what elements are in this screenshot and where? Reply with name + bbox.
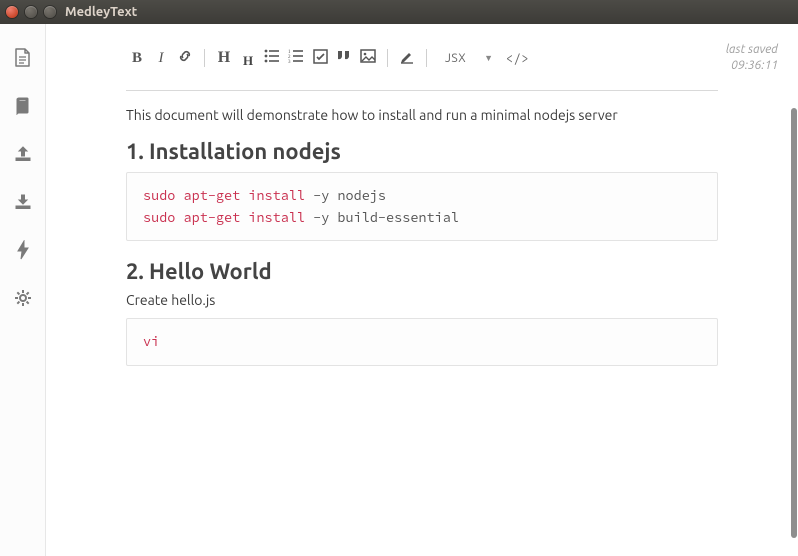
- image-button[interactable]: [357, 47, 379, 69]
- code-block-button[interactable]: </>: [506, 47, 529, 69]
- quote-icon: [336, 49, 352, 67]
- upload-icon: [14, 145, 32, 166]
- blockquote-button[interactable]: [333, 47, 355, 69]
- code-token: install: [248, 187, 305, 204]
- paragraph-create-hello[interactable]: Create hello.js: [126, 292, 718, 308]
- file-icon: [14, 48, 32, 71]
- link-icon: [177, 48, 193, 68]
- window-title: MedleyText: [65, 5, 137, 19]
- chevron-down-icon: ▼: [484, 53, 493, 63]
- intro-text[interactable]: This document will demonstrate how to in…: [126, 107, 718, 123]
- toolbar-separator: [204, 49, 205, 67]
- window-controls: [6, 6, 56, 18]
- last-saved-time: 09:36:11: [726, 58, 778, 74]
- window-maximize-button[interactable]: [44, 6, 56, 18]
- link-button[interactable]: [174, 47, 196, 69]
- highlight-icon: [399, 48, 415, 68]
- import-button[interactable]: [12, 192, 34, 214]
- scrollbar[interactable]: [791, 108, 797, 538]
- last-saved-label: last saved: [726, 42, 778, 58]
- download-icon: [14, 193, 32, 214]
- checklist-button[interactable]: [309, 47, 331, 69]
- sidebar: [0, 24, 46, 556]
- editor-body[interactable]: This document will demonstrate how to in…: [46, 91, 798, 424]
- code-token: vi: [143, 333, 159, 350]
- last-saved-indicator: last saved 09:36:11: [726, 42, 778, 73]
- code-token: -y nodejs: [305, 187, 386, 204]
- heading1-button[interactable]: H: [213, 47, 235, 69]
- app-shell: last saved 09:36:11 B I H H 123: [0, 24, 798, 556]
- notebooks-button[interactable]: [12, 96, 34, 118]
- bullet-list-button[interactable]: [261, 47, 283, 69]
- heading2-button[interactable]: H: [237, 50, 259, 72]
- code-token: install: [248, 209, 305, 226]
- editor-toolbar: B I H H 123: [126, 36, 718, 91]
- gear-icon: [14, 289, 32, 310]
- window-close-button[interactable]: [6, 6, 18, 18]
- code-language-label: JSX: [445, 52, 466, 65]
- heading-install[interactable]: 1. Installation nodejs: [126, 139, 718, 164]
- code-token: apt-get: [184, 187, 241, 204]
- new-note-button[interactable]: [12, 48, 34, 70]
- code-block-vi[interactable]: vi: [126, 318, 718, 366]
- book-icon: [14, 97, 32, 118]
- window-titlebar: MedleyText: [0, 0, 798, 24]
- bold-button[interactable]: B: [126, 47, 148, 69]
- code-token: sudo: [143, 209, 175, 226]
- italic-button[interactable]: I: [150, 47, 172, 69]
- code-token: sudo: [143, 187, 175, 204]
- code-token: apt-get: [184, 209, 241, 226]
- code-language-select[interactable]: JSX ▼: [435, 52, 504, 65]
- settings-button[interactable]: [12, 288, 34, 310]
- image-icon: [360, 49, 376, 67]
- window-minimize-button[interactable]: [25, 6, 37, 18]
- code-token: -y build-essential: [305, 209, 459, 226]
- heading-hello-world[interactable]: 2. Hello World: [126, 259, 718, 284]
- code-block-install[interactable]: sudo apt-get install -y nodejs sudo apt-…: [126, 172, 718, 241]
- bolt-icon: [16, 240, 30, 263]
- quick-actions-button[interactable]: [12, 240, 34, 262]
- toolbar-separator: [426, 49, 427, 67]
- checkbox-icon: [313, 49, 328, 68]
- ordered-list-button[interactable]: 123: [285, 47, 307, 69]
- list-ul-icon: [264, 49, 280, 67]
- toolbar-separator: [387, 49, 388, 67]
- list-ol-icon: 123: [288, 49, 304, 67]
- highlight-button[interactable]: [396, 47, 418, 69]
- svg-text:3: 3: [288, 60, 291, 63]
- main-panel: last saved 09:36:11 B I H H 123: [46, 24, 798, 556]
- export-button[interactable]: [12, 144, 34, 166]
